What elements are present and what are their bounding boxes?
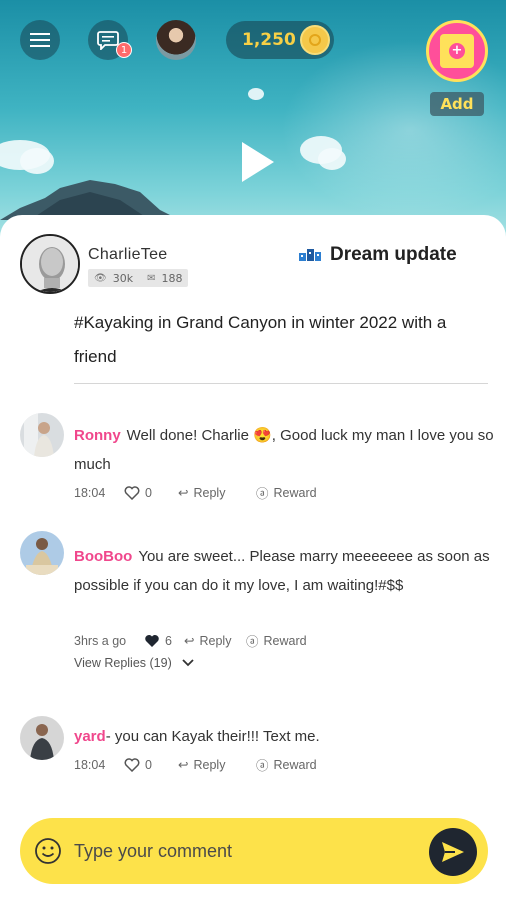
comment-time: 18:04	[74, 757, 106, 772]
send-icon	[442, 842, 464, 862]
cloud-decoration	[318, 148, 346, 170]
profile-avatar[interactable]	[156, 20, 196, 60]
reply-icon: ↩	[178, 486, 189, 500]
reply-icon: ↩	[178, 758, 189, 772]
like-button[interactable]: 6	[144, 634, 184, 648]
commenter-avatar[interactable]	[20, 531, 64, 575]
chevron-down-icon	[182, 659, 194, 667]
add-label: Add	[430, 92, 484, 116]
comment-message: - you can Kayak their!!! Text me.	[105, 728, 320, 745]
heart-icon	[124, 485, 140, 500]
like-count: 6	[165, 633, 172, 648]
dream-update-title: Dream update	[330, 244, 457, 265]
divider	[74, 383, 488, 384]
comment-username[interactable]: yard	[74, 728, 106, 745]
send-button[interactable]	[429, 828, 477, 876]
coin-icon	[300, 25, 330, 55]
reward-icon: ⓐ	[256, 487, 269, 501]
author-stats: 👁 30k ✉ 188	[88, 269, 189, 287]
menu-button[interactable]	[20, 20, 60, 60]
comment-text: Ronny Well done! Charlie 😍, Good luck my …	[74, 421, 494, 479]
dream-update-icon	[299, 249, 321, 261]
view-replies-button[interactable]: View Replies (19)	[74, 656, 194, 670]
reward-icon: ⓐ	[246, 635, 259, 649]
comment-message: You are sweet... Please marry meeeeeee a…	[74, 548, 490, 594]
like-count: 0	[145, 757, 152, 772]
reply-button[interactable]: ↩ Reply	[178, 485, 256, 501]
dream-update-header: Dream update	[298, 244, 457, 266]
comment-time: 18:04	[74, 485, 106, 500]
like-button[interactable]: 0	[124, 758, 178, 772]
views-count: 30k	[112, 271, 134, 285]
heart-icon	[124, 757, 140, 772]
comment-time: 3hrs a go	[74, 633, 127, 648]
hamburger-icon	[30, 33, 50, 47]
reward-icon: ⓐ	[256, 759, 269, 773]
notification-badge: 1	[116, 42, 132, 58]
comment-username[interactable]: BooBoo	[74, 548, 132, 565]
add-button[interactable]: +	[426, 20, 488, 82]
coins-value: 1,250	[242, 30, 296, 50]
cloud-decoration	[248, 88, 264, 100]
add-plus-icon: +	[440, 34, 474, 68]
commenter-avatar[interactable]	[20, 716, 64, 760]
comment-text: BooBoo You are sweet... Please marry meee…	[74, 542, 494, 600]
like-button[interactable]: 0	[124, 486, 178, 500]
comments-count: 188	[161, 271, 183, 285]
comment-message: Well done! Charlie 😍, Good luck my man I…	[74, 427, 494, 473]
comment-meta: 18:04 0 ↩ Reply ⓐ Reward	[74, 483, 317, 502]
reward-button[interactable]: ⓐ Reward	[246, 631, 307, 650]
reward-button[interactable]: ⓐ Reward	[256, 483, 317, 502]
messages-button[interactable]: 1	[88, 20, 132, 60]
reply-icon: ↩	[184, 634, 195, 648]
reply-button[interactable]: ↩ Reply	[184, 633, 246, 649]
comment-username[interactable]: Ronny	[74, 427, 121, 444]
commenter-avatar[interactable]	[20, 413, 64, 457]
comment-input[interactable]	[74, 832, 414, 870]
reward-button[interactable]: ⓐ Reward	[256, 755, 317, 774]
comment-composer	[20, 818, 488, 884]
post-text: #Kayaking in Grand Canyon in winter 2022…	[74, 313, 447, 366]
comment-text: yard- you can Kayak their!!! Text me.	[74, 722, 494, 751]
comment-meta: 3hrs a go 6 ↩ Reply ⓐ Reward	[74, 631, 307, 650]
comment-count-icon: ✉	[147, 272, 156, 284]
author-name[interactable]: CharlieTee	[88, 246, 167, 264]
emoji-icon[interactable]	[34, 837, 62, 865]
comment-meta: 18:04 0 ↩ Reply ⓐ Reward	[74, 755, 317, 774]
eye-icon: 👁	[94, 272, 107, 284]
heart-filled-icon	[145, 634, 159, 647]
author-avatar[interactable]	[20, 234, 80, 294]
coins-balance[interactable]: 1,250	[226, 21, 334, 59]
reply-button[interactable]: ↩ Reply	[178, 757, 256, 773]
like-count: 0	[145, 485, 152, 500]
mountain-decoration	[0, 180, 180, 220]
play-icon[interactable]	[238, 140, 278, 184]
